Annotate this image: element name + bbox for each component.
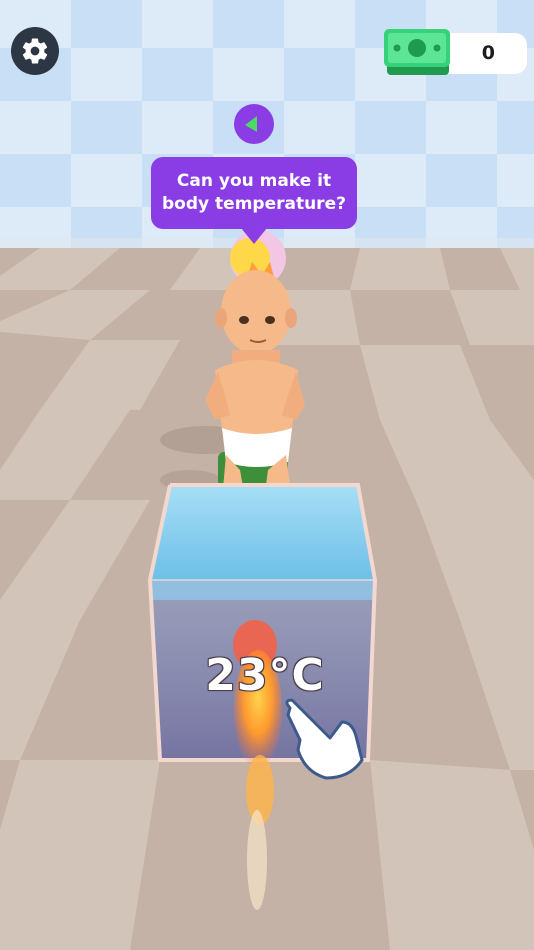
temperature-readout: 23°C [205, 650, 325, 701]
gear-icon [22, 38, 48, 64]
play-triangle-icon [234, 104, 274, 144]
settings-button[interactable] [11, 27, 59, 75]
speech-bubble: Can you make it body temperature? [151, 157, 357, 229]
cash-stack-icon [384, 29, 450, 75]
speech-text: Can you make it body temperature? [162, 171, 346, 214]
money-value: 0 [481, 42, 495, 64]
speech-bubble-tail [241, 228, 267, 244]
money-counter: 0 [384, 29, 527, 75]
